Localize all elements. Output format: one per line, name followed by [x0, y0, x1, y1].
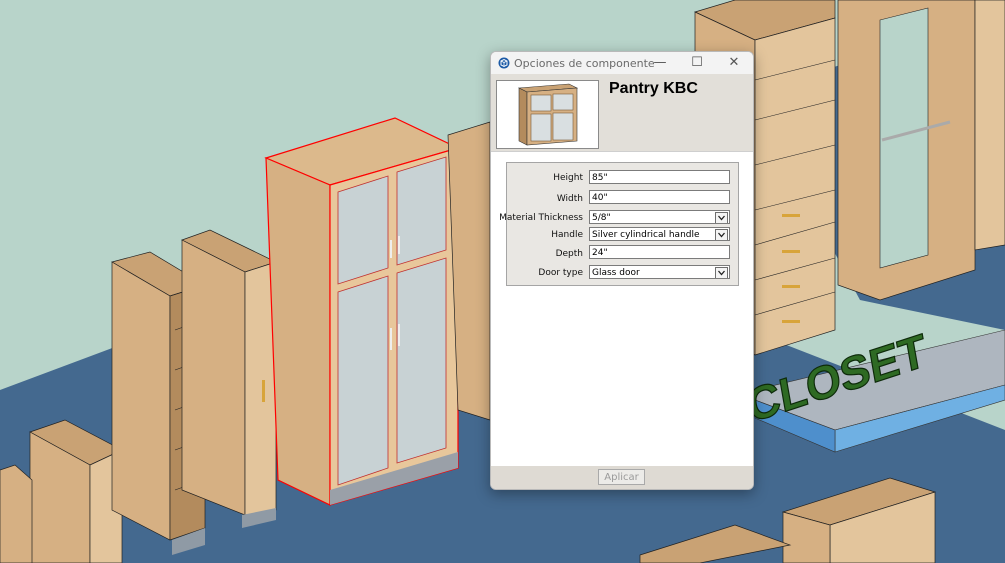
chevron-down-icon[interactable]: [715, 267, 728, 278]
close-button[interactable]: ✕: [716, 52, 752, 74]
material-thickness-value: 5/8": [592, 213, 611, 223]
maximize-button[interactable]: ☐: [679, 52, 715, 74]
material-thickness-select[interactable]: 5/8": [589, 210, 730, 224]
width-label: Width: [556, 194, 583, 204]
material-thickness-label: Material Thickness: [499, 213, 583, 223]
component-name: Pantry KBC: [609, 80, 698, 97]
component-header: Pantry KBC: [491, 74, 753, 152]
tall-closed-cabinet: [181, 229, 277, 528]
apply-button[interactable]: Aplicar: [598, 469, 645, 485]
chevron-down-icon[interactable]: [715, 212, 728, 223]
door-type-select[interactable]: Glass door: [589, 265, 730, 279]
base-cabinet-edge: [0, 464, 33, 563]
selected-pantry-cabinet[interactable]: [264, 117, 460, 506]
height-label: Height: [553, 173, 583, 183]
height-input[interactable]: 85": [589, 170, 730, 184]
component-thumbnail: [496, 80, 599, 149]
width-input[interactable]: 40": [589, 190, 730, 204]
pantry-cabinet-thumbnail-icon: [517, 83, 579, 146]
door-type-value: Glass door: [592, 268, 640, 278]
window-title: Opciones de componente: [514, 57, 655, 70]
depth-input[interactable]: 24": [589, 245, 730, 259]
depth-label: Depth: [555, 249, 583, 259]
handle-select[interactable]: Silver cylindrical handle: [589, 227, 730, 241]
door-type-label: Door type: [538, 268, 583, 278]
dialog-footer: Aplicar: [491, 466, 753, 489]
handle-label: Handle: [551, 230, 583, 240]
properties-panel: Height 85" Width 40" Material Thickness …: [499, 162, 739, 286]
minimize-button[interactable]: —: [642, 52, 678, 74]
component-options-dialog: Opciones de componente — ☐ ✕ Pantry KBC …: [490, 51, 754, 490]
title-bar[interactable]: Opciones de componente — ☐ ✕: [491, 52, 753, 74]
app-logo-icon: [498, 57, 510, 69]
handle-value: Silver cylindrical handle: [592, 230, 700, 240]
chevron-down-icon[interactable]: [715, 229, 728, 240]
